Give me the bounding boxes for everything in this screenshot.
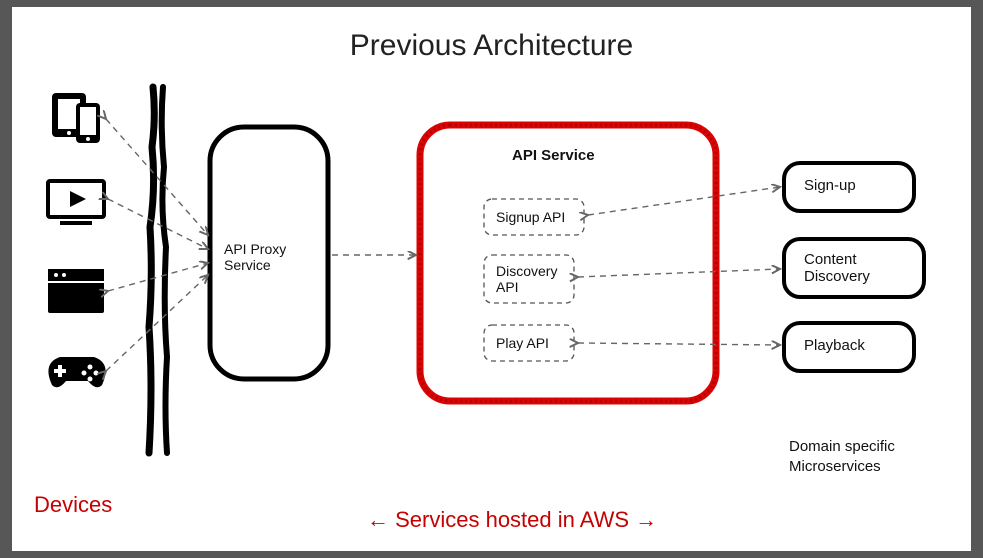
playback-label: Playback xyxy=(804,337,865,354)
devices-icon-mobile xyxy=(52,93,100,143)
vertical-divider xyxy=(149,87,167,453)
api-proxy-label: API Proxy Service xyxy=(224,241,318,273)
content-discovery-label: Content Discovery xyxy=(804,251,914,285)
devices-label: Devices xyxy=(34,492,112,518)
signup-api-label: Signup API xyxy=(496,209,565,225)
api-service-box xyxy=(420,125,716,401)
connectors xyxy=(106,119,780,371)
devices-icon-gamepad xyxy=(48,357,105,387)
aws-caption: ← Services hosted in AWS → xyxy=(367,507,657,533)
microservices-caption: Domain specific Microservices xyxy=(789,437,895,476)
api-service-title: API Service xyxy=(512,147,595,164)
devices-icon-tv xyxy=(48,181,104,225)
discovery-api-label: Discovery API xyxy=(496,263,568,295)
devices-icon-browser xyxy=(48,269,104,313)
signup-service-label: Sign-up xyxy=(804,177,856,194)
play-api-label: Play API xyxy=(496,335,549,351)
